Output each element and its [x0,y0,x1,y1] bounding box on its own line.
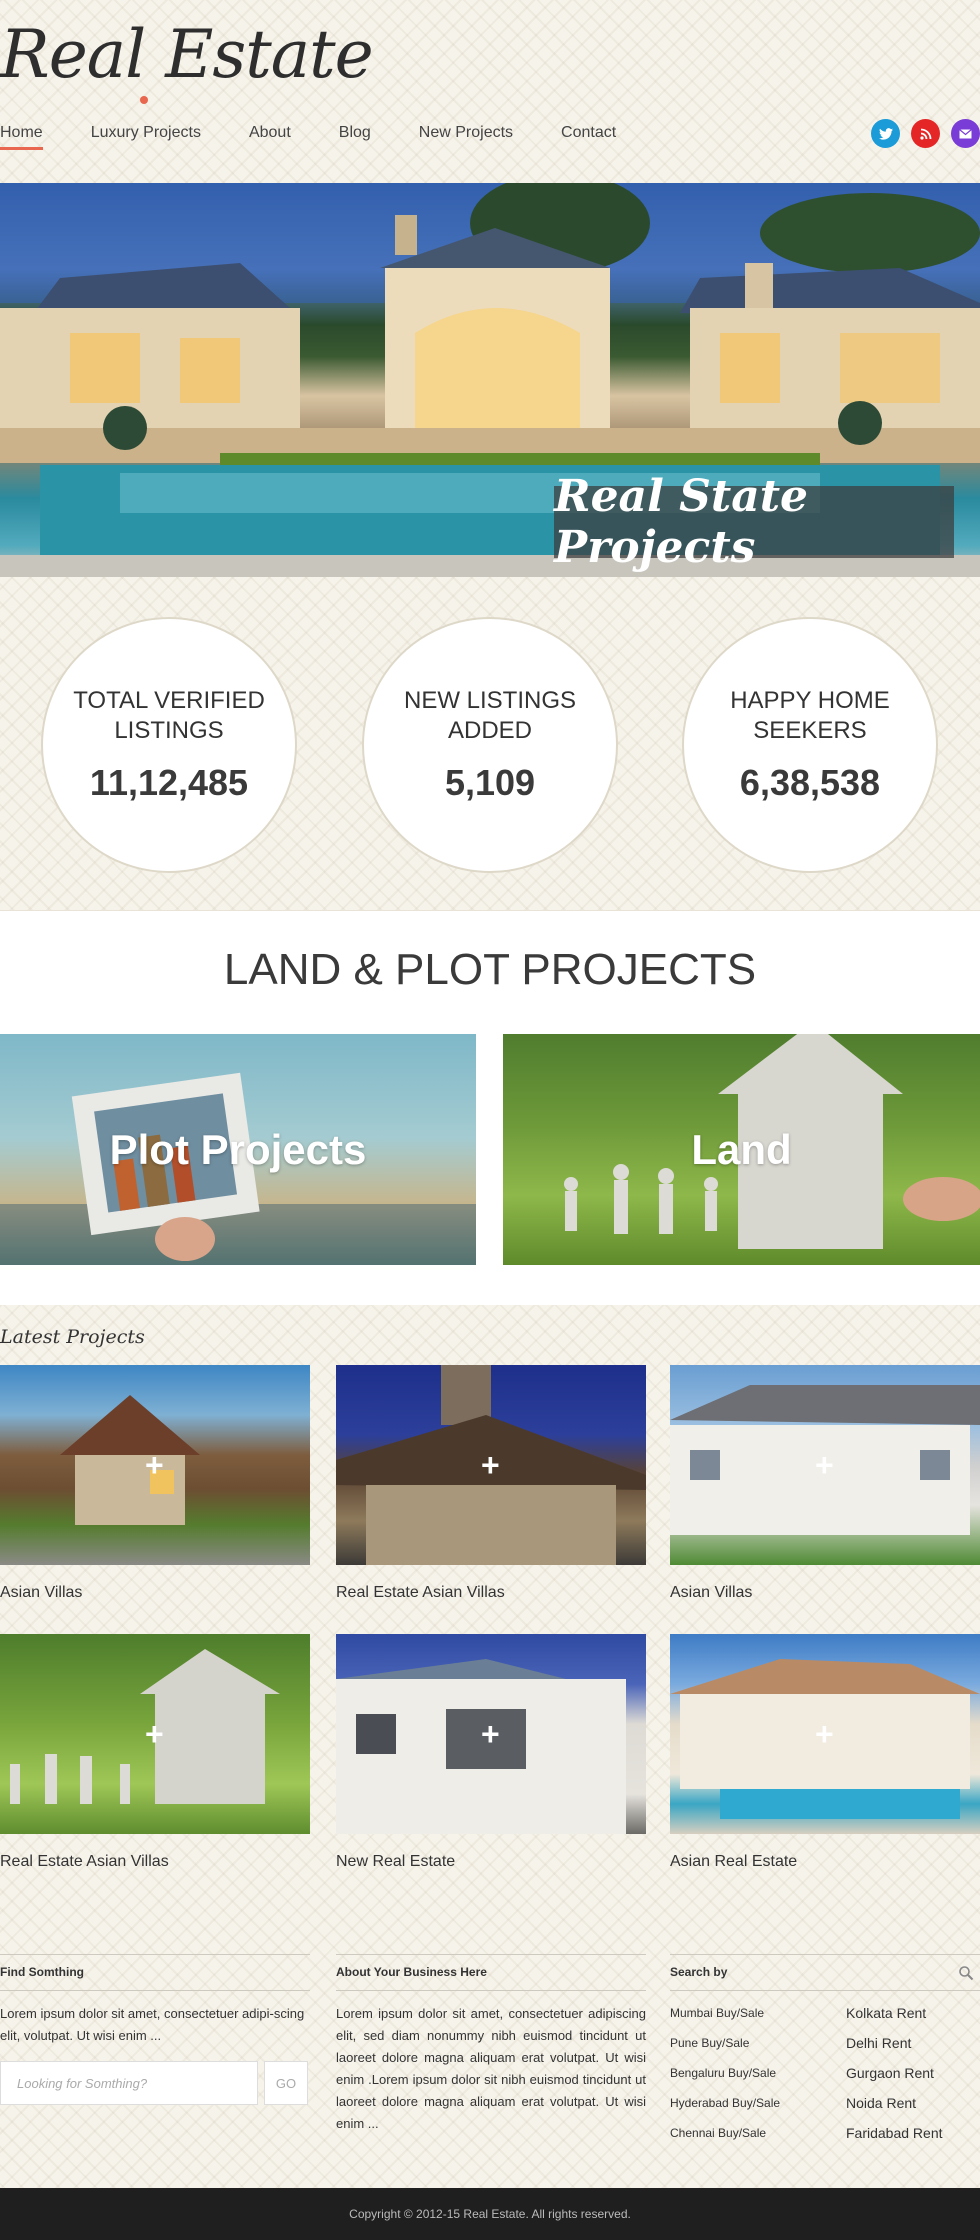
land-label: Land [691,1125,792,1173]
latest-projects-title: Latest Projects [0,1326,145,1348]
project-image: + [336,1634,646,1834]
copyright-text: Copyright © 2012-15 Real Estate. All rig… [349,2207,631,2221]
project-caption: New Real Estate [336,1853,456,1870]
search-icon[interactable] [958,1965,974,1981]
nav-blog[interactable]: Blog [339,124,371,150]
plus-icon: + [145,1716,164,1752]
email-icon[interactable] [951,119,980,148]
footer-about-column: About Your Business Here Lorem ipsum dol… [336,1954,646,2135]
footer-heading: Find Somthing [0,1954,310,1991]
search-link-kolkata[interactable]: Kolkata Rent [846,2004,980,2023]
plus-icon: + [145,1447,164,1483]
stat-total-listings: TOTAL VERIFIED LISTINGS 11,12,485 [41,617,297,873]
plot-projects-card[interactable]: Plot Projects [0,1034,476,1265]
search-link-hyderabad[interactable]: Hyderabad Buy/Sale [670,2094,846,2113]
project-card[interactable]: + Asian Real Estate [670,1634,980,1871]
stat-label: HAPPY HOME SEEKERS [730,687,890,744]
plus-icon: + [481,1716,500,1752]
go-button[interactable]: GO [264,2061,308,2105]
footer-heading: About Your Business Here [336,1954,646,1991]
project-card[interactable]: + Real Estate Asian Villas [336,1365,646,1602]
nav-about[interactable]: About [249,124,291,150]
social-links [871,119,980,148]
hero-banner: Real State Projects [0,183,980,577]
plot-projects-label: Plot Projects [109,1125,367,1173]
stats-section: TOTAL VERIFIED LISTINGS 11,12,485 NEW LI… [0,578,980,910]
nav-contact[interactable]: Contact [561,124,616,150]
footer-about-text: Lorem ipsum dolor sit amet, consectetuer… [336,2006,646,2131]
project-card[interactable]: + New Real Estate [336,1634,646,1871]
stat-new-listings: NEW LISTINGS ADDED 5,109 [362,617,618,873]
project-image: + [336,1365,646,1565]
nav-luxury-projects[interactable]: Luxury Projects [91,124,201,150]
search-link-mumbai[interactable]: Mumbai Buy/Sale [670,2004,846,2023]
search-link-delhi[interactable]: Delhi Rent [846,2034,980,2053]
nav-home[interactable]: Home [0,124,43,150]
land-plot-section: LAND & PLOT PROJECTS Plot Projects Land [0,910,980,1305]
find-form: GO [0,2061,310,2105]
search-link-chennai[interactable]: Chennai Buy/Sale [670,2124,846,2143]
stat-value: 11,12,485 [89,762,249,803]
project-image: + [670,1365,980,1565]
twitter-icon[interactable] [871,119,900,148]
footer-find-text: Lorem ipsum dolor sit amet, consectetuer… [0,2006,305,2043]
rss-icon[interactable] [911,119,940,148]
search-link-pune[interactable]: Pune Buy/Sale [670,2034,846,2053]
footer-find-column: Find Somthing Lorem ipsum dolor sit amet… [0,1954,310,2105]
plus-icon: + [481,1447,500,1483]
footer-heading-label: Search by [670,1965,728,1979]
project-caption: Asian Villas [670,1584,753,1601]
stat-label: NEW LISTINGS ADDED [403,687,577,744]
project-card[interactable]: + Asian Villas [670,1365,980,1602]
stat-value: 6,38,538 [739,762,881,803]
site-logo[interactable]: Real Estate [0,10,374,100]
plus-icon: + [815,1716,834,1752]
search-link-noida[interactable]: Noida Rent [846,2094,980,2113]
project-card[interactable]: + Real Estate Asian Villas [0,1634,310,1871]
project-caption: Asian Real Estate [670,1853,798,1870]
search-link-bengaluru[interactable]: Bengaluru Buy/Sale [670,2064,846,2083]
nav-new-projects[interactable]: New Projects [419,124,513,150]
search-links: Mumbai Buy/Sale Kolkata Rent Pune Buy/Sa… [670,2004,980,2143]
project-caption: Real Estate Asian Villas [0,1853,169,1870]
search-link-gurgaon[interactable]: Gurgaon Rent [846,2064,980,2083]
main-nav: Home Luxury Projects About Blog New Proj… [0,124,664,150]
search-link-faridabad[interactable]: Faridabad Rent [846,2124,980,2143]
search-input[interactable] [0,2061,258,2105]
plus-icon: + [815,1447,834,1483]
land-card[interactable]: Land [503,1034,980,1265]
project-card[interactable]: + Asian Villas [0,1365,310,1602]
logo-accent-dot [140,96,148,104]
copyright-bar: Copyright © 2012-15 Real Estate. All rig… [0,2188,980,2240]
stat-value: 5,109 [444,762,536,803]
hero-caption: Real State Projects [554,471,954,573]
project-image: + [670,1634,980,1834]
project-caption: Real Estate Asian Villas [336,1584,505,1601]
section-title: LAND & PLOT PROJECTS [223,945,757,994]
footer-search-column: Search by Mumbai Buy/Sale Kolkata Rent P… [670,1954,980,2143]
stat-happy-seekers: HAPPY HOME SEEKERS 6,38,538 [682,617,938,873]
footer-heading: Search by [670,1954,980,1991]
project-caption: Asian Villas [0,1584,83,1601]
project-image: + [0,1365,310,1565]
project-image: + [0,1634,310,1834]
stat-label: TOTAL VERIFIED LISTINGS [73,687,265,744]
